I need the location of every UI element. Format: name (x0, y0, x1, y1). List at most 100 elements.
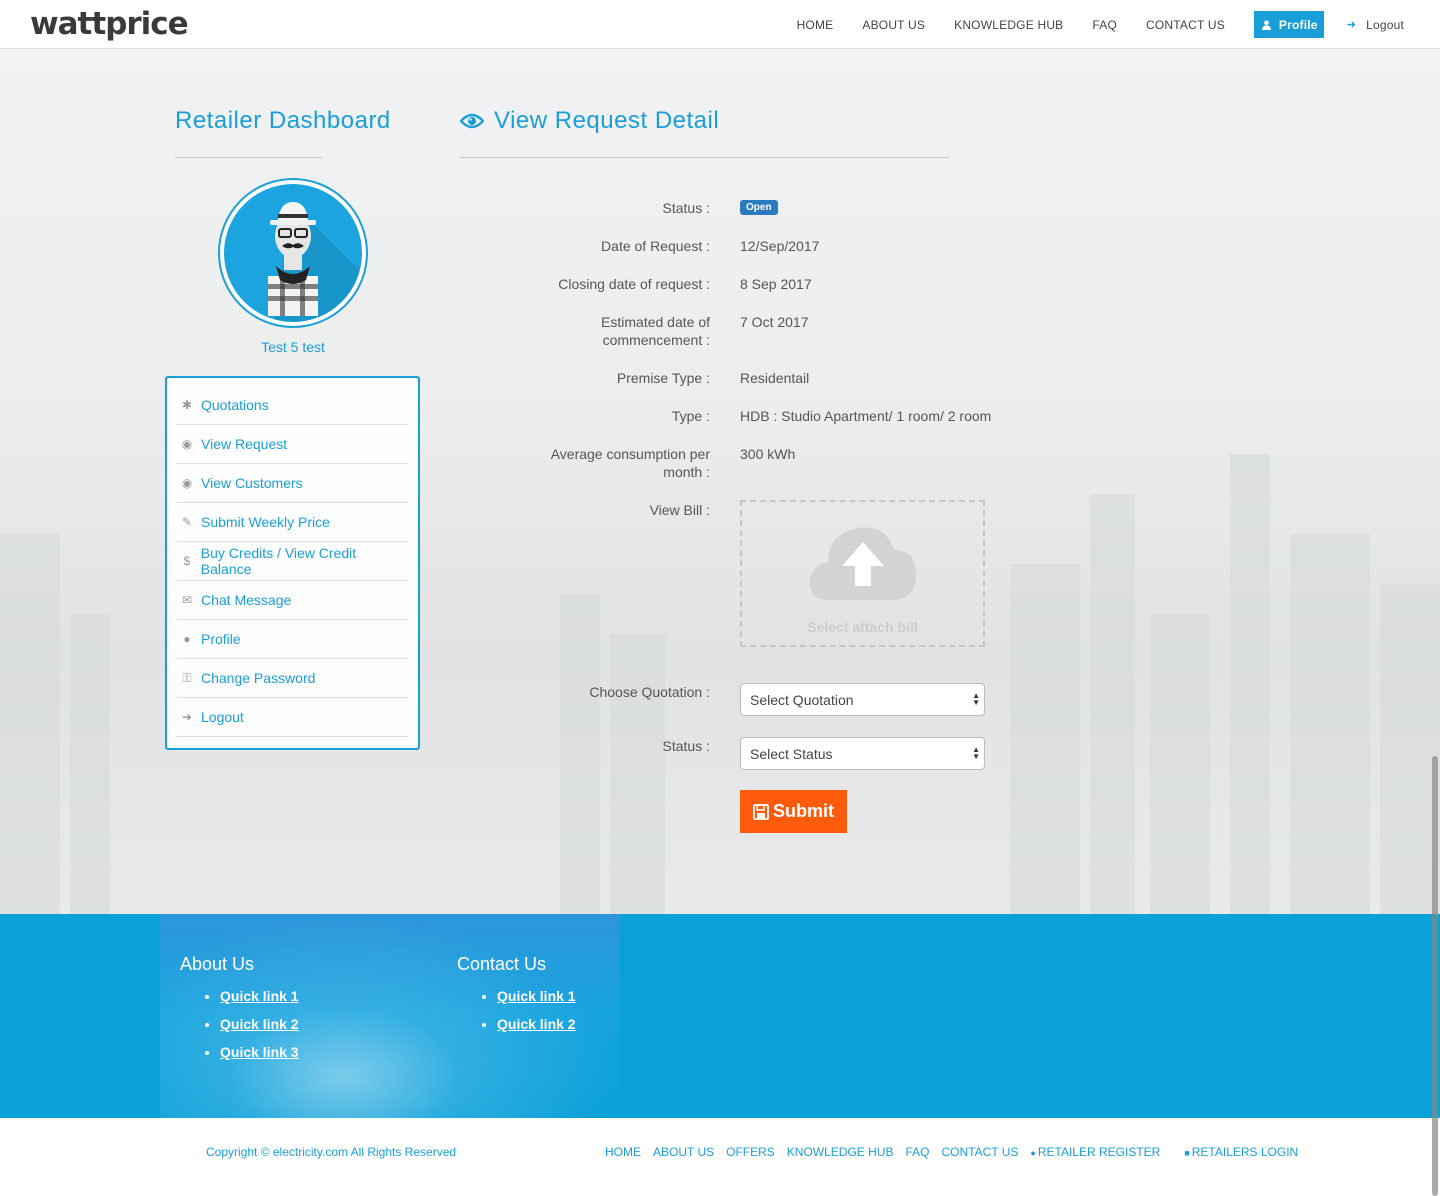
nav-knowledge-hub[interactable]: KNOWLEDGE HUB (954, 18, 1063, 32)
sidebar-item-logout[interactable]: ➜ Logout (177, 698, 408, 737)
sidebar-item-label: Chat Message (201, 592, 292, 608)
footer-link[interactable]: Quick link 1 (220, 988, 299, 1016)
sidebar-item-view-request[interactable]: ◉ View Request (177, 425, 408, 464)
footer-nav-offers[interactable]: OFFERS (726, 1145, 775, 1159)
sign-out-icon: ➜ (1346, 19, 1357, 31)
consumption-value: 300 kWh (740, 446, 796, 462)
logout-link[interactable]: ➜ Logout (1347, 18, 1404, 32)
commencement-label-line-1: Estimated date of (601, 314, 710, 330)
sidebar-item-submit-weekly-price[interactable]: ✎ Submit Weekly Price (177, 503, 408, 542)
nav-home[interactable]: HOME (797, 18, 834, 32)
premise-type-label: Premise Type : (616, 370, 710, 386)
view-bill-label: View Bill : (649, 502, 710, 518)
footer-nav-knowledge-hub[interactable]: KNOWLEDGE HUB (787, 1145, 894, 1159)
sidebar-divider (175, 157, 322, 158)
nav-faq[interactable]: FAQ (1092, 18, 1117, 32)
footer-nav-retailers-login[interactable]: ■ RETAILERS LOGIN (1184, 1145, 1310, 1159)
sidebar-item-label: Buy Credits / View Credit Balance (200, 545, 357, 577)
sidebar-item-label: View Customers (201, 475, 303, 491)
eye-icon: ◉ (181, 437, 193, 451)
footer: About Us Quick link 1 Quick link 2 Quick… (0, 914, 1440, 1118)
footer-about-column: About Us Quick link 1 Quick link 2 Quick… (180, 954, 299, 1072)
site-logo[interactable]: wattprice (30, 6, 189, 42)
type-label: Type : (671, 408, 710, 424)
choose-quotation-label: Choose Quotation : (589, 684, 710, 700)
date-of-request-label: Date of Request : (601, 238, 710, 254)
copyright-text: Copyright © electricity.com All Rights R… (206, 1145, 457, 1159)
select-arrows-icon: ▲ ▼ (972, 745, 980, 761)
footer-nav-faq[interactable]: FAQ (905, 1145, 929, 1159)
scrollbar-thumb[interactable] (1432, 756, 1438, 1196)
profile-button[interactable]: Profile (1253, 11, 1324, 38)
closing-date-value: 8 Sep 2017 (740, 276, 812, 292)
consumption-label-line-1: Average consumption per (550, 446, 710, 462)
bottom-bar: Copyright © electricity.com All Rights R… (0, 1118, 1440, 1196)
user-name[interactable]: Test 5 test (218, 339, 368, 355)
pencil-icon: ✎ (181, 515, 193, 529)
retailers-login-label: RETAILERS LOGIN (1191, 1145, 1299, 1159)
asterisk-icon: ✱ (181, 398, 193, 412)
save-icon (753, 803, 769, 820)
closing-date-label: Closing date of request : (558, 276, 710, 292)
footer-link[interactable]: Quick link 1 (497, 988, 576, 1016)
status-select-label: Status : (662, 738, 710, 754)
sidebar-item-label: Change Password (201, 670, 316, 686)
sidebar-item-label: Logout (201, 709, 244, 725)
premise-type-value: Residentail (740, 370, 810, 386)
profile-button-label: Profile (1278, 17, 1318, 32)
select-arrows-icon: ▲ ▼ (972, 691, 980, 707)
sign-out-icon: ➜ (181, 710, 193, 724)
footer-nav-contact-us[interactable]: CONTACT US (942, 1145, 1019, 1159)
key-icon: ⚿ (182, 670, 192, 685)
sidebar-item-label: View Request (201, 436, 288, 452)
page-title-text: View Request Detail (494, 107, 720, 134)
avatar (218, 178, 368, 328)
title-divider (460, 157, 949, 158)
footer-link[interactable]: Quick link 3 (220, 1044, 299, 1072)
user-icon (1261, 19, 1271, 30)
sidebar-item-view-customers[interactable]: ◉ View Customers (177, 464, 408, 503)
logout-label: Logout (1366, 17, 1404, 32)
user-icon: ● (183, 632, 191, 646)
comments-icon: ✉ (181, 593, 193, 607)
status-badge: Open (740, 200, 778, 215)
type-value: HDB : Studio Apartment/ 1 room/ 2 room (740, 408, 992, 424)
date-of-request-value: 12/Sep/2017 (740, 238, 820, 254)
cloud-upload-icon (809, 527, 916, 600)
quotation-select[interactable]: Select Quotation ▲ ▼ (740, 683, 985, 716)
eye-icon (460, 113, 484, 129)
sidebar-item-buy-credits[interactable]: $ Buy Credits / View Credit Balance (177, 542, 408, 581)
sidebar-item-profile[interactable]: ● Profile (177, 620, 408, 659)
nav-contact-us[interactable]: CONTACT US (1146, 18, 1225, 32)
page-title: View Request Detail (460, 107, 719, 135)
footer-about-title: About Us (180, 954, 255, 974)
attach-bill-placeholder: Select attach bill (807, 619, 918, 635)
dollar-icon: $ (183, 554, 191, 568)
lock-icon: ■ (1184, 1148, 1190, 1158)
user-icon: ● (1030, 1148, 1036, 1158)
sidebar-item-chat-message[interactable]: ✉ Chat Message (177, 581, 408, 620)
footer-link[interactable]: Quick link 2 (497, 1016, 576, 1044)
footer-nav-about-us[interactable]: ABOUT US (653, 1145, 714, 1159)
retailer-register-label: RETAILER REGISTER (1037, 1145, 1161, 1159)
footer-contact-title: Contact Us (457, 954, 547, 974)
consumption-label-line-2: month : (663, 464, 710, 480)
sidebar-item-change-password[interactable]: ⚿ Change Password (177, 659, 408, 698)
sidebar-item-label: Profile (201, 631, 241, 647)
attach-bill-dropzone[interactable]: Select attach bill (740, 500, 985, 647)
footer-nav-retailer-register[interactable]: ● RETAILER REGISTER (1030, 1145, 1172, 1159)
footer-link[interactable]: Quick link 2 (220, 1016, 299, 1044)
sidebar-title: Retailer Dashboard (175, 107, 391, 134)
footer-nav: HOME ABOUT US OFFERS KNOWLEDGE HUB FAQ C… (605, 1145, 1322, 1159)
quotation-select-value: Select Quotation (750, 692, 854, 708)
nav-about-us[interactable]: ABOUT US (862, 18, 925, 32)
status-select[interactable]: Select Status ▲ ▼ (740, 737, 985, 770)
sidebar-menu: ✱ Quotations ◉ View Request ◉ View Custo… (165, 376, 420, 750)
consumption-label: Average consumption per month : (510, 445, 710, 481)
footer-nav-home[interactable]: HOME (605, 1145, 641, 1159)
footer-contact-column: Contact Us Quick link 1 Quick link 2 (457, 954, 576, 1044)
submit-button[interactable]: Submit (740, 790, 847, 833)
commencement-label-line-2: commencement : (602, 332, 710, 348)
main-nav: HOME ABOUT US KNOWLEDGE HUB FAQ CONTACT … (797, 0, 1440, 49)
sidebar-item-quotations[interactable]: ✱ Quotations (177, 386, 408, 425)
